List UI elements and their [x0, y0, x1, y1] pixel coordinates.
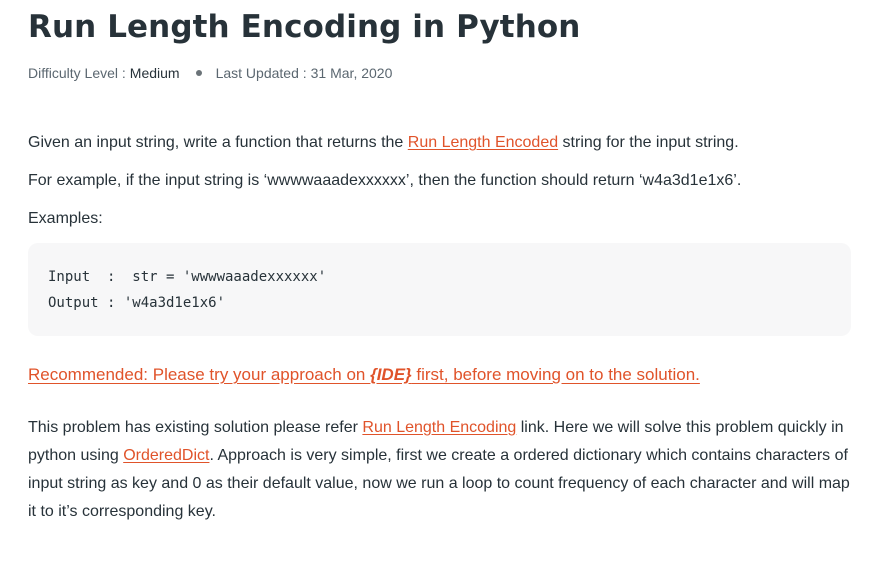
ide-label: {IDE} — [370, 365, 412, 384]
ordereddict-link[interactable]: OrderedDict — [123, 447, 209, 464]
recommended-text-before: Recommended: Please try your approach on — [28, 365, 371, 384]
recommended-text-after: first, before moving on to the solution. — [411, 365, 700, 384]
examples-label: Examples: — [28, 210, 103, 227]
approach-paragraph: This problem has existing solution pleas… — [28, 414, 852, 526]
run-length-encoding-link[interactable]: Run Length Encoding — [362, 419, 516, 436]
example-paragraph: For example, if the input string is ‘www… — [28, 172, 742, 189]
last-updated-label: Last Updated : — [215, 65, 307, 81]
code-line-output: Output : 'w4a3d1e1x6' — [48, 295, 226, 311]
run-length-encoded-link[interactable]: Run Length Encoded — [408, 134, 558, 151]
intro-text-after: string for the input string. — [558, 134, 739, 151]
difficulty-value: Medium — [129, 65, 180, 81]
code-line-input: Input : str = 'wwwwaaadexxxxxx' — [48, 269, 327, 285]
recommended-ide-link[interactable]: Recommended: Please try your approach on… — [28, 361, 852, 389]
approach-text-1: This problem has existing solution pleas… — [28, 419, 363, 436]
difficulty-label: Difficulty Level : — [28, 65, 126, 81]
intro-text-before: Given an input string, write a function … — [28, 134, 408, 151]
article-meta: Difficulty Level : Medium Last Updated :… — [28, 64, 852, 82]
separator-dot-icon — [195, 70, 202, 76]
intro-paragraph: Given an input string, write a function … — [28, 129, 852, 157]
code-block: Input : str = 'wwwwaaadexxxxxx' Output :… — [28, 243, 851, 336]
article-page: Run Length Encoding in Python Difficulty… — [0, 0, 892, 562]
page-title: Run Length Encoding in Python — [28, 9, 581, 45]
last-updated-value: 31 Mar, 2020 — [310, 65, 393, 81]
